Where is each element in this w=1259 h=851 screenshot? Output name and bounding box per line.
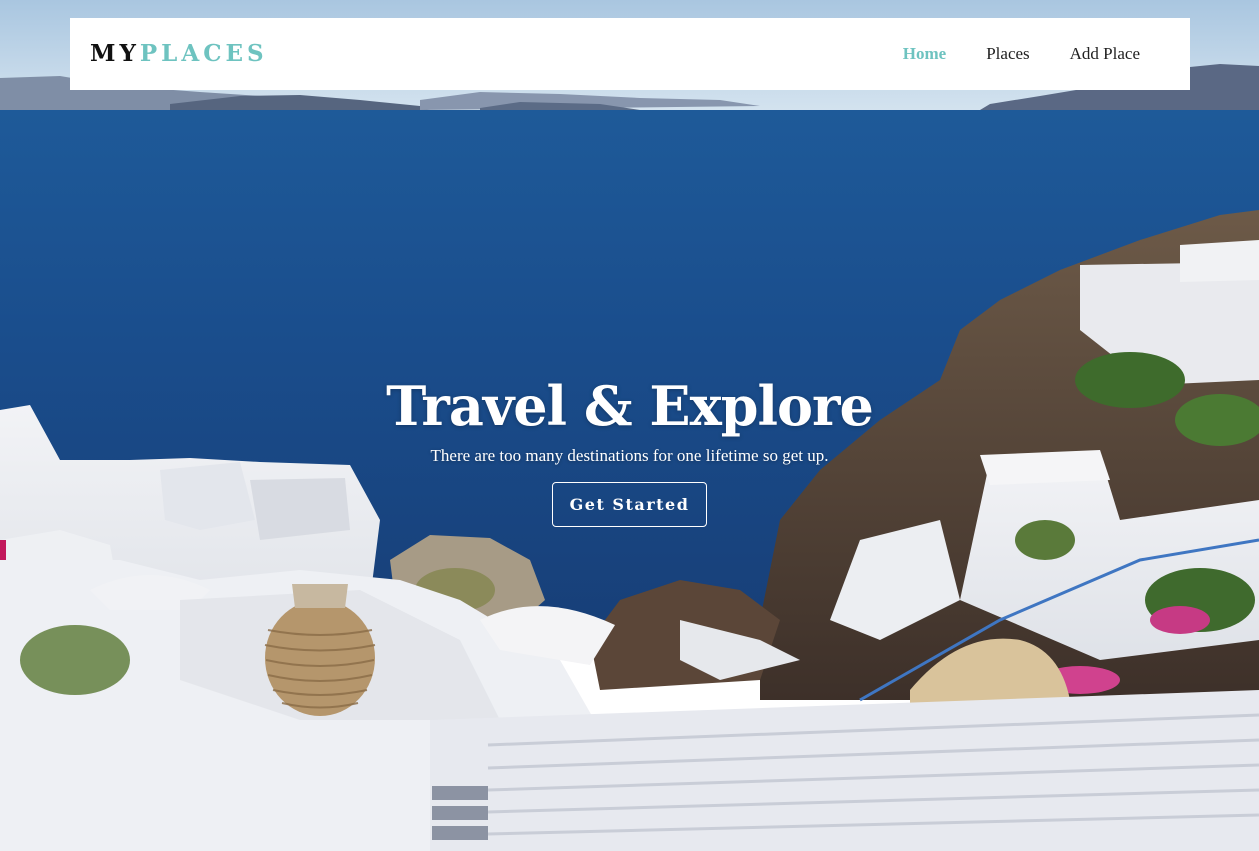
logo-text-places: PLACES <box>139 40 268 67</box>
nav-links: Home Places Add Place <box>863 18 1140 90</box>
top-navbar: MYPLACES Home Places Add Place <box>70 18 1190 90</box>
hero-title: Travel & Explore <box>386 374 874 438</box>
nav-link-add-place[interactable]: Add Place <box>1070 44 1140 64</box>
hero-subtitle: There are too many destinations for one … <box>430 446 829 465</box>
nav-link-places[interactable]: Places <box>986 44 1029 64</box>
get-started-button[interactable]: Get Started <box>552 482 707 527</box>
logo-text-my: MY <box>90 40 140 67</box>
nav-link-home[interactable]: Home <box>903 44 946 64</box>
hero-section: MYPLACES Home Places Add Place Travel & … <box>0 0 1259 851</box>
hero-content: Travel & Explore There are too many dest… <box>0 374 1259 527</box>
site-logo[interactable]: MYPLACES <box>90 40 268 68</box>
